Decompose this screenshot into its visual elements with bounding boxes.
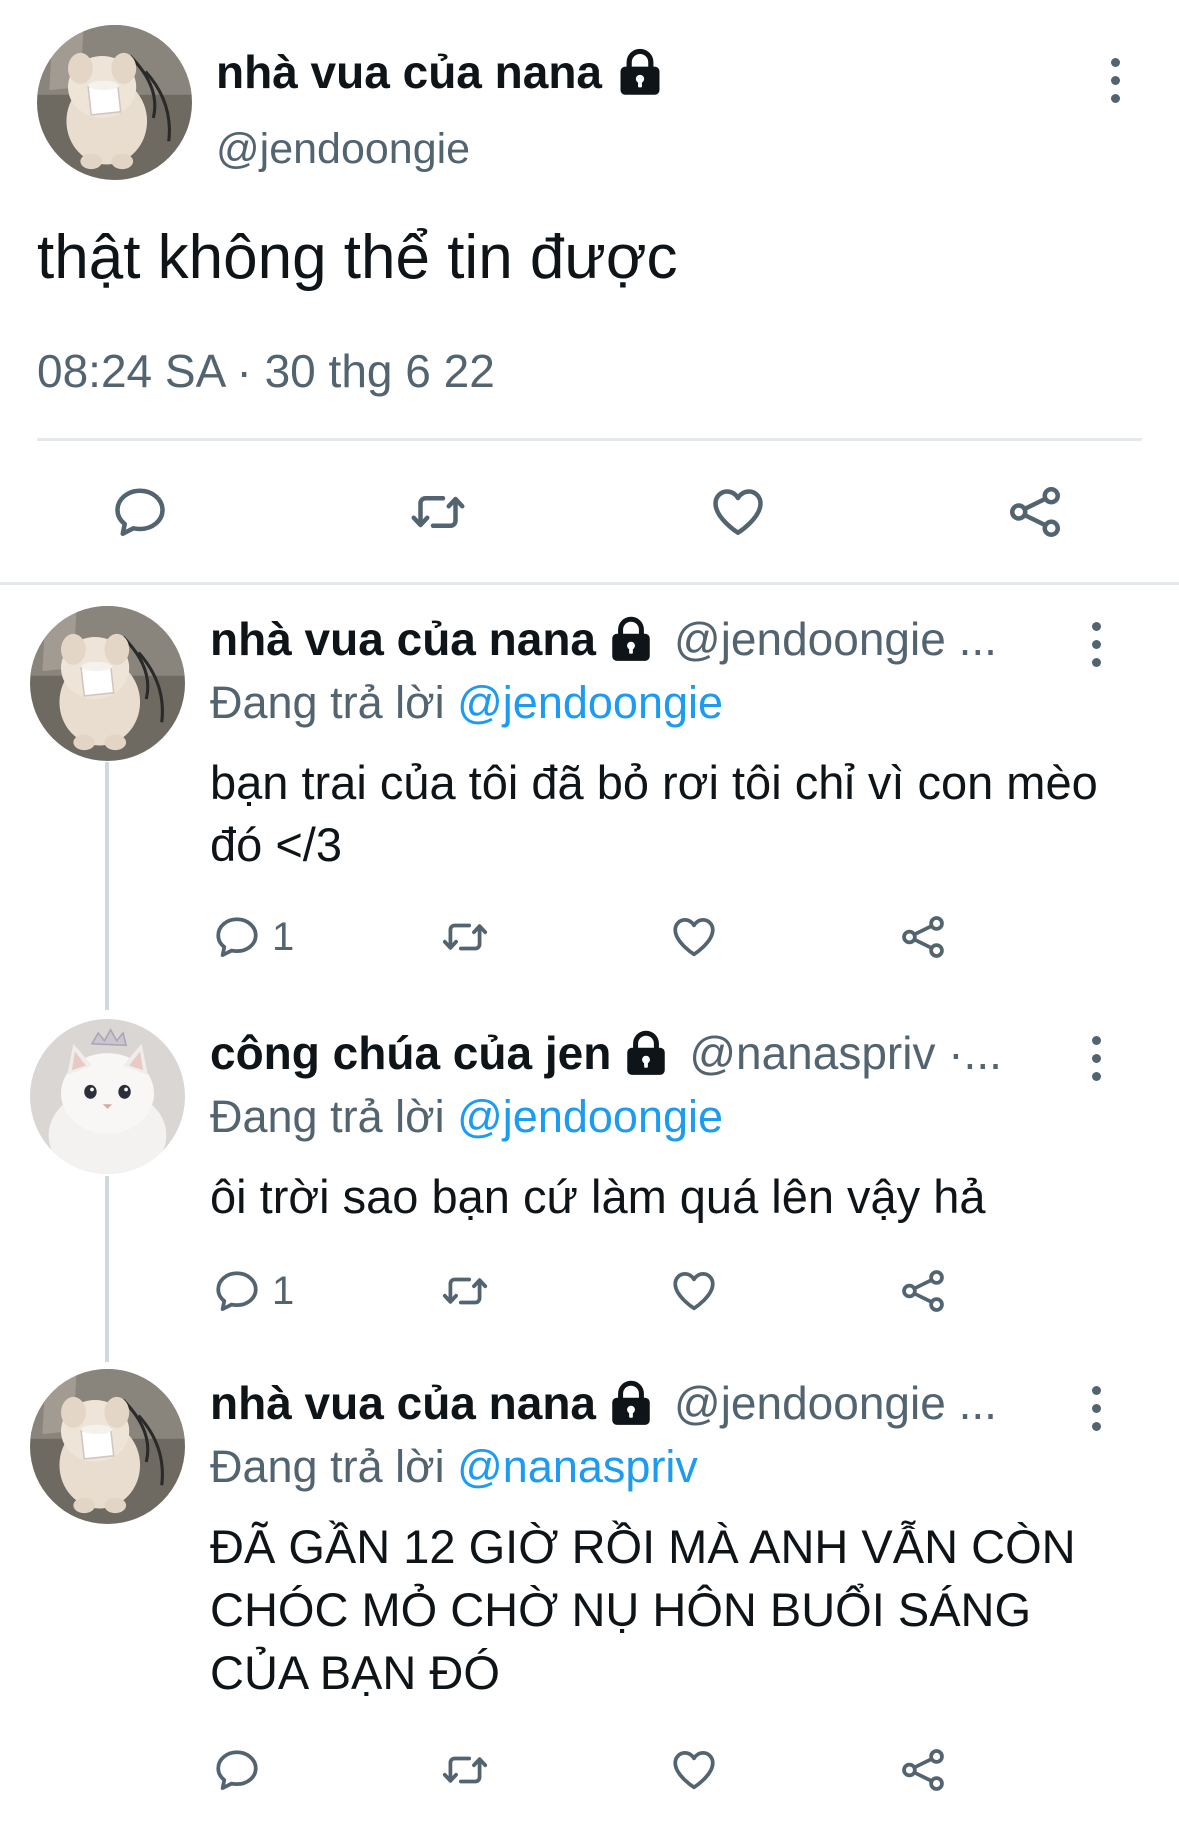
author-row: nhà vua của nana @jendoongie ... (210, 612, 1060, 666)
reply-icon (110, 482, 170, 542)
replying-to: Đang trả lời @nanaspriv (210, 1441, 698, 1493)
divider (37, 438, 1142, 441)
thread-line (105, 1176, 109, 1362)
heart-icon (669, 912, 719, 962)
avatar[interactable] (37, 25, 192, 180)
reply-icon (212, 1266, 262, 1316)
replying-to-link[interactable]: @jendoongie (457, 677, 723, 728)
thread-line (105, 762, 109, 1010)
handle[interactable]: @jendoongie ... (674, 1376, 997, 1430)
retweet-icon (437, 1266, 493, 1316)
handle[interactable]: @jendoongie (216, 125, 470, 174)
like-button[interactable] (708, 482, 768, 542)
heart-icon (669, 1266, 719, 1316)
retweet-button[interactable] (437, 1745, 493, 1795)
reply-icon (212, 1745, 262, 1795)
retweet-icon (405, 482, 471, 542)
share-button[interactable] (898, 1266, 948, 1316)
more-vertical-icon[interactable] (1076, 1386, 1116, 1431)
display-name[interactable]: nhà vua của nana (210, 1376, 596, 1430)
more-vertical-icon[interactable] (1076, 1036, 1116, 1081)
replying-prefix: Đang trả lời (210, 1091, 445, 1142)
author-row: nhà vua của nana @jendoongie ... (210, 1376, 1060, 1430)
lock-icon (614, 46, 666, 98)
like-button[interactable] (669, 1745, 719, 1795)
tweet-text: bạn trai của tôi đã bỏ rơi tôi chỉ vì co… (210, 756, 1098, 871)
section-divider (0, 582, 1179, 585)
like-button[interactable] (669, 912, 719, 962)
replying-to: Đang trả lời @jendoongie (210, 1091, 723, 1143)
retweet-icon (437, 912, 493, 962)
reply-button[interactable]: 1 (212, 1266, 294, 1316)
reply-count: 1 (272, 1268, 295, 1313)
share-icon (1005, 482, 1065, 542)
replying-to-link[interactable]: @jendoongie (457, 1091, 723, 1142)
timestamp[interactable]: 08:24 SA · 30 thg 6 22 (37, 344, 495, 398)
heart-icon (708, 482, 768, 542)
tweet-text: ĐÃ GẦN 12 GIỜ RỒI MÀ ANH VẪN CÒN CHÓC MỎ… (210, 1520, 1076, 1699)
more-vertical-icon[interactable] (1076, 622, 1116, 667)
handle[interactable]: @nanaspriv ·... (689, 1026, 1002, 1080)
reply-button[interactable]: 1 (212, 912, 294, 962)
author-row: nhà vua của nana (216, 45, 666, 99)
like-button[interactable] (669, 1266, 719, 1316)
reply-count: 1 (272, 914, 295, 959)
retweet-button[interactable] (437, 912, 493, 962)
lock-icon (606, 614, 656, 664)
heart-icon (669, 1745, 719, 1795)
reply-icon (212, 912, 262, 962)
share-icon (898, 1266, 948, 1316)
author-row: công chúa của jen @nanaspriv ·... (210, 1026, 1060, 1080)
replying-prefix: Đang trả lời (210, 677, 445, 728)
avatar[interactable] (30, 1369, 185, 1524)
replying-to-link[interactable]: @nanaspriv (457, 1441, 698, 1492)
more-vertical-icon[interactable] (1095, 58, 1135, 103)
share-button[interactable] (898, 1745, 948, 1795)
share-icon (898, 912, 948, 962)
avatar[interactable] (30, 606, 185, 761)
display-name[interactable]: nhà vua của nana (216, 45, 602, 99)
display-name[interactable]: công chúa của jen (210, 1026, 611, 1080)
retweet-button[interactable] (437, 1266, 493, 1316)
share-icon (898, 1745, 948, 1795)
replying-prefix: Đang trả lời (210, 1441, 445, 1492)
share-button[interactable] (1005, 482, 1065, 542)
handle[interactable]: @jendoongie ... (674, 612, 997, 666)
retweet-icon (437, 1745, 493, 1795)
tweet-text: thật không thể tin được (37, 223, 678, 292)
avatar[interactable] (30, 1019, 185, 1174)
reply-button[interactable] (110, 482, 170, 542)
display-name[interactable]: nhà vua của nana (210, 612, 596, 666)
retweet-button[interactable] (405, 482, 471, 542)
replying-to: Đang trả lời @jendoongie (210, 677, 723, 729)
share-button[interactable] (898, 912, 948, 962)
lock-icon (621, 1028, 671, 1078)
reply-button[interactable] (212, 1745, 262, 1795)
lock-icon (606, 1378, 656, 1428)
tweet-text: ôi trời sao bạn cứ làm quá lên vậy hả (210, 1170, 986, 1223)
